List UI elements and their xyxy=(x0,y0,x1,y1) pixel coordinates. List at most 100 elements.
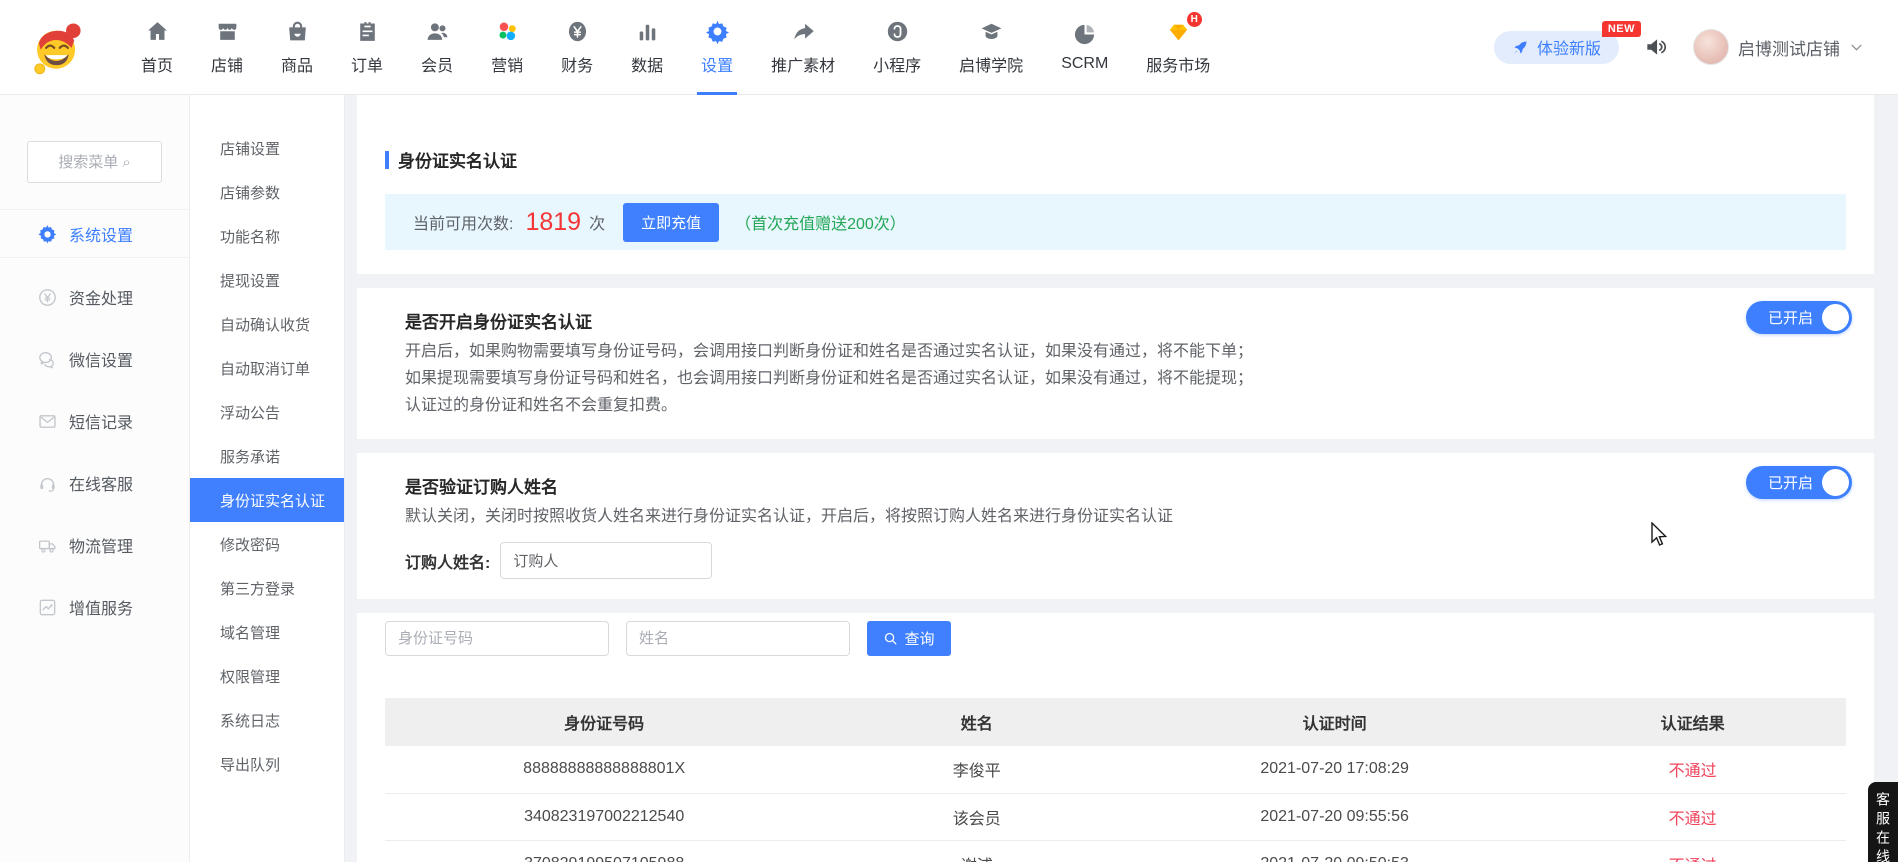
cell-auth-time: 2021-07-20 09:55:56 xyxy=(1130,793,1539,840)
sidebar-item-wechat[interactable]: 微信设置 xyxy=(0,328,189,390)
cell-auth-time: 2021-07-20 09:50:53 xyxy=(1130,840,1539,862)
nav-item-data[interactable]: 数据 xyxy=(612,0,682,95)
nav-item-marketing[interactable]: 营销 xyxy=(472,0,542,95)
sms-icon xyxy=(37,411,58,432)
data-icon xyxy=(635,19,660,44)
auth-records-section: 查询 身份证号码姓名认证时间认证结果 88888888888888801X李俊平… xyxy=(357,613,1874,862)
orderer-name-input[interactable] xyxy=(500,542,712,579)
sidebar-item-service[interactable]: 在线客服 xyxy=(0,452,189,514)
nav-item-home[interactable]: 首页 xyxy=(122,0,192,95)
store-name: 启博测试店铺 xyxy=(1738,35,1840,60)
submenu-item-10[interactable]: 第三方登录 xyxy=(190,566,344,610)
miniapp-icon xyxy=(885,19,910,44)
promo-icon xyxy=(791,19,816,44)
marketing-icon xyxy=(495,19,520,44)
submenu-item-2[interactable]: 功能名称 xyxy=(190,214,344,258)
sidebar-item-sms[interactable]: 短信记录 xyxy=(0,390,189,452)
recharge-button[interactable]: 立即充值 xyxy=(623,203,719,242)
cell-auth-time: 2021-07-20 17:08:29 xyxy=(1130,746,1539,793)
goods-icon xyxy=(285,19,310,44)
submenu-item-3[interactable]: 提现设置 xyxy=(190,258,344,302)
table-row: 340823197002212540该会员2021-07-20 09:55:56… xyxy=(385,793,1846,840)
submenu-item-6[interactable]: 浮动公告 xyxy=(190,390,344,434)
table-header-4: 认证结果 xyxy=(1539,698,1846,746)
nav-item-orders[interactable]: 订单 xyxy=(332,0,402,95)
shop-icon xyxy=(215,19,240,44)
nav-item-miniapp[interactable]: 小程序 xyxy=(854,0,940,95)
nav-item-settings[interactable]: 设置 xyxy=(682,0,752,95)
nav-item-shop[interactable]: 店铺 xyxy=(192,0,262,95)
settings-submenu: 店铺设置店铺参数功能名称提现设置自动确认收货自动取消订单浮动公告服务承诺身份证实… xyxy=(190,95,345,862)
nav-item-finance[interactable]: 财务 xyxy=(542,0,612,95)
title-accent-bar xyxy=(385,151,389,169)
home-icon xyxy=(145,19,170,44)
experience-new-version-button[interactable]: 体验新版 NEW xyxy=(1494,31,1619,64)
nav-item-promo[interactable]: 推广素材 xyxy=(752,0,854,95)
cell-name: 谢浦 xyxy=(823,840,1130,862)
submenu-item-1[interactable]: 店铺参数 xyxy=(190,170,344,214)
name-search-input[interactable] xyxy=(626,621,850,656)
table-row: 370829199507105988谢浦2021-07-20 09:50:53不… xyxy=(385,840,1846,862)
submenu-item-13[interactable]: 系统日志 xyxy=(190,698,344,742)
logistics-icon xyxy=(37,535,58,556)
table-header-1: 身份证号码 xyxy=(385,698,823,746)
announcement-speaker-icon[interactable] xyxy=(1643,34,1669,60)
submenu-item-4[interactable]: 自动确认收货 xyxy=(190,302,344,346)
nav-item-scrm[interactable]: SCRM xyxy=(1042,0,1127,95)
submenu-item-12[interactable]: 权限管理 xyxy=(190,654,344,698)
nav-item-goods[interactable]: 商品 xyxy=(262,0,332,95)
submenu-item-11[interactable]: 域名管理 xyxy=(190,610,344,654)
cell-auth-result: 不通过 xyxy=(1539,746,1846,793)
cell-auth-result: 不通过 xyxy=(1539,793,1846,840)
sidebar-item-valueadd[interactable]: 增值服务 xyxy=(0,576,189,638)
query-button[interactable]: 查询 xyxy=(867,621,951,656)
top-navigation: 首页店铺商品订单会员营销财务数据设置推广素材小程序启博学院SCRMH服务市场 体… xyxy=(0,0,1898,95)
orderer-desc: 默认关闭，关闭时按照收货人姓名来进行身份证实名认证，开启后，将按照订购人姓名来进… xyxy=(405,503,1826,530)
submenu-item-14[interactable]: 导出队列 xyxy=(190,742,344,786)
sidebar-item-funds[interactable]: 资金处理 xyxy=(0,266,189,328)
submenu-item-5[interactable]: 自动取消订单 xyxy=(190,346,344,390)
id-number-search-input[interactable] xyxy=(385,621,609,656)
new-badge: NEW xyxy=(1602,21,1641,37)
table-header-2: 姓名 xyxy=(823,698,1130,746)
sidebar-item-gear[interactable]: 系统设置 xyxy=(0,210,189,258)
submenu-item-9[interactable]: 修改密码 xyxy=(190,522,344,566)
brand-logo[interactable] xyxy=(28,15,86,79)
id-auth-section: 是否开启身份证实名认证 开启后，如果购物需要填写身份证号码，会调用接口判断身份证… xyxy=(357,288,1874,439)
cell-id-number: 340823197002212540 xyxy=(385,793,823,840)
table-header-3: 认证时间 xyxy=(1130,698,1539,746)
nav-item-members[interactable]: 会员 xyxy=(402,0,472,95)
quota-count: 1819 xyxy=(525,208,581,237)
quota-unit: 次 xyxy=(589,210,605,234)
orderer-field-label: 订购人姓名: xyxy=(405,549,490,573)
search-icon xyxy=(883,631,898,646)
submenu-item-7[interactable]: 服务承诺 xyxy=(190,434,344,478)
cell-id-number: 88888888888888801X xyxy=(385,746,823,793)
menu-search-input[interactable] xyxy=(27,141,162,183)
toggle-knob xyxy=(1822,304,1849,331)
submenu-item-0[interactable]: 店铺设置 xyxy=(190,126,344,170)
auth-records-table: 身份证号码姓名认证时间认证结果 88888888888888801X李俊平202… xyxy=(385,698,1846,862)
page-header-card: 身份证实名认证 当前可用次数: 1819 次 立即充值 （首次充值赠送200次） xyxy=(357,95,1874,274)
primary-sidebar: 系统设置资金处理微信设置短信记录在线客服物流管理增值服务 xyxy=(0,95,190,862)
table-row: 88888888888888801X李俊平2021-07-20 17:08:29… xyxy=(385,746,1846,793)
orderer-toggle[interactable]: 已开启 xyxy=(1746,466,1852,499)
service-icon xyxy=(37,473,58,494)
chevron-down-icon xyxy=(1849,40,1864,55)
id-auth-toggle[interactable]: 已开启 xyxy=(1746,301,1852,334)
nav-item-market[interactable]: H服务市场 xyxy=(1127,0,1229,95)
id-auth-line-2: 如果提现需要填写身份证号码和姓名，也会调用接口判断身份证和姓名是否通过实名认证，… xyxy=(405,365,1826,392)
quota-banner: 当前可用次数: 1819 次 立即充值 （首次充值赠送200次） xyxy=(385,194,1846,250)
cell-name: 该会员 xyxy=(823,793,1130,840)
submenu-item-8[interactable]: 身份证实名认证 xyxy=(190,478,344,522)
quota-label: 当前可用次数: xyxy=(413,210,513,234)
orderer-name-section: 是否验证订购人姓名 默认关闭，关闭时按照收货人姓名来进行身份证实名认证，开启后，… xyxy=(357,453,1874,599)
account-menu[interactable]: 启博测试店铺 xyxy=(1693,29,1864,65)
nav-item-academy[interactable]: 启博学院 xyxy=(940,0,1042,95)
bonus-note: （首次充值赠送200次） xyxy=(735,210,906,234)
sidebar-search-area xyxy=(0,95,189,210)
page-title: 身份证实名认证 xyxy=(385,147,1846,172)
experience-button-label: 体验新版 xyxy=(1537,35,1601,59)
customer-service-tab[interactable]: 客服在线 xyxy=(1868,782,1898,862)
sidebar-item-logistics[interactable]: 物流管理 xyxy=(0,514,189,576)
